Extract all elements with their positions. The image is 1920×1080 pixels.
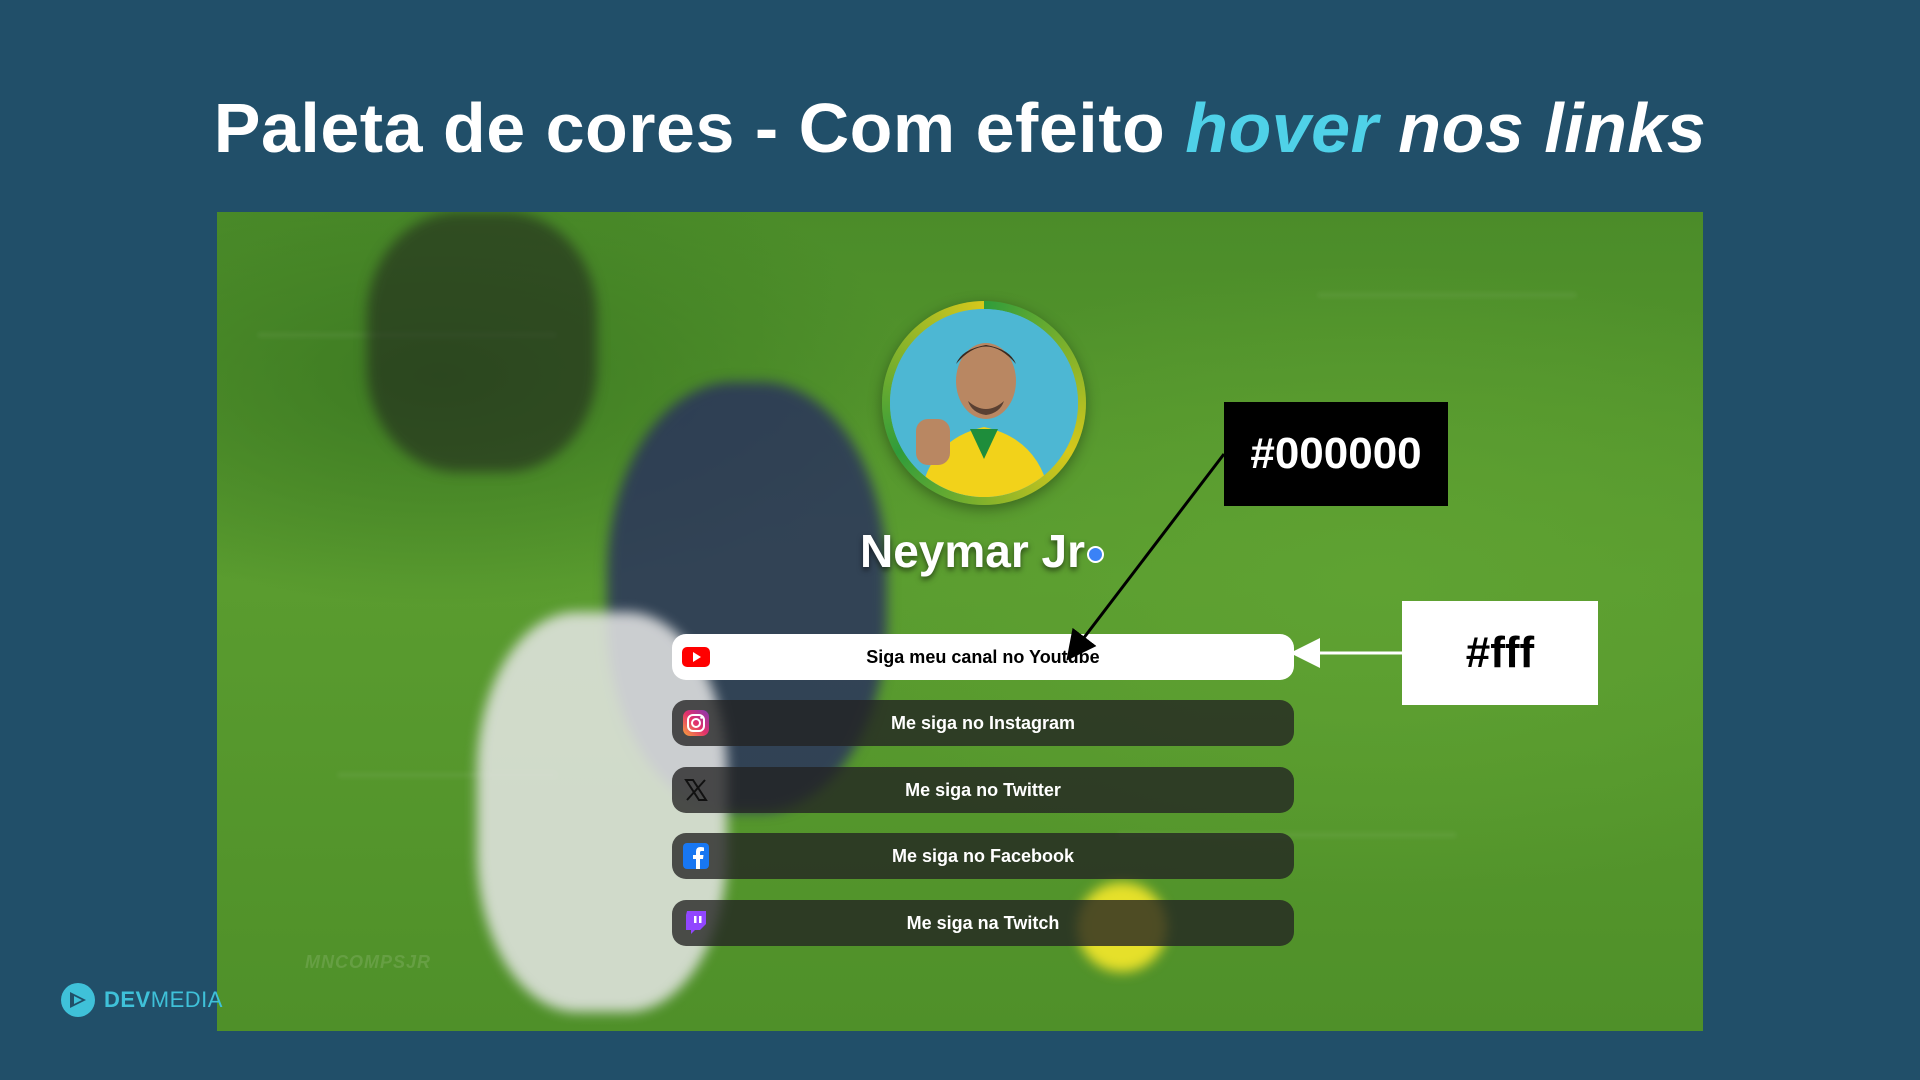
link-facebook-label: Me siga no Facebook [891,845,1075,866]
callout-light-color: #fff [1402,601,1598,705]
background-player-legs [367,212,597,472]
twitch-icon [682,909,710,937]
title-part1: Paleta de cores - Com efeito [213,89,1186,167]
verified-badge-icon [1087,546,1105,564]
title-part2: nos links [1378,89,1707,167]
devmedia-logo-icon [61,983,95,1017]
title-accent: hover [1185,89,1379,167]
link-twitch-label: Me siga na Twitch [906,912,1060,933]
link-twitter[interactable]: Me siga no Twitter [672,767,1294,813]
facebook-icon [682,842,710,870]
profile-avatar [882,301,1086,505]
profile-name-text: Neymar Jr [859,525,1086,577]
brand-part1: DEV [104,987,151,1012]
x-twitter-icon [682,776,710,804]
profile-name: Neymar Jr [762,524,1202,578]
video-watermark: MNCOMPSJR [305,952,432,972]
youtube-icon [682,643,710,671]
link-youtube[interactable]: Siga meu canal no Youtube [672,634,1294,680]
callout-dark-color: #000000 [1224,402,1448,506]
link-instagram-label: Me siga no Instagram [890,712,1076,733]
link-youtube-label: Siga meu canal no Youtube [866,646,1100,667]
link-twitter-label: Me siga no Twitter [905,779,1061,800]
devmedia-logo: DEVMEDIA [60,980,223,1020]
link-twitch[interactable]: Me siga na Twitch [672,900,1294,946]
instagram-icon [682,709,710,737]
brand-part2: MEDIA [150,987,223,1012]
neymar-avatar-photo [890,309,1078,497]
slide-title: Paleta de cores - Com efeito hover nos l… [0,88,1920,168]
link-instagram[interactable]: Me siga no Instagram [672,700,1294,746]
link-facebook[interactable]: Me siga no Facebook [672,833,1294,879]
